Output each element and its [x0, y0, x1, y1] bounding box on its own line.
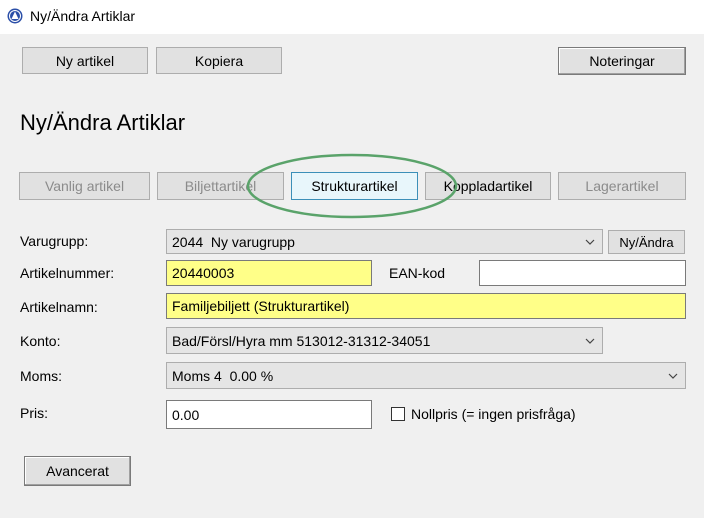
copy-button[interactable]: Kopiera	[156, 47, 282, 74]
moms-label: Moms:	[20, 368, 62, 384]
app-logo-icon	[7, 8, 23, 24]
nollpris-label: Nollpris (= ingen prisfråga)	[411, 406, 576, 422]
new-article-button[interactable]: Ny artikel	[22, 47, 148, 74]
pris-label: Pris:	[20, 405, 48, 421]
varugrupp-value: 2044 Ny varugrupp	[172, 233, 295, 250]
type-button-lager[interactable]: Lagerartikel	[558, 172, 686, 200]
notes-button[interactable]: Noteringar	[558, 47, 686, 75]
moms-select[interactable]: Moms 4 0.00 %	[166, 362, 686, 389]
varugrupp-label: Varugrupp:	[20, 233, 89, 249]
chevron-down-icon	[585, 338, 595, 344]
title-bar: Ny/Ändra Artiklar	[0, 0, 704, 34]
artikelnummer-input[interactable]	[166, 260, 372, 286]
page-title: Ny/Ändra Artiklar	[20, 110, 186, 135]
nollpris-checkbox[interactable]	[391, 407, 405, 421]
artikelnummer-label: Artikelnummer:	[20, 265, 115, 281]
advanced-button[interactable]: Avancerat	[24, 456, 131, 486]
konto-value: Bad/Försl/Hyra mm 513012-31312-34051	[172, 332, 431, 349]
moms-value: Moms 4 0.00 %	[172, 367, 274, 384]
type-button-struktur[interactable]: Strukturartikel	[291, 172, 418, 200]
konto-select[interactable]: Bad/Försl/Hyra mm 513012-31312-34051	[166, 327, 603, 354]
ean-label: EAN-kod	[389, 265, 446, 281]
type-button-kopplad[interactable]: Koppladartikel	[425, 172, 551, 200]
varugrupp-select[interactable]: 2044 Ny varugrupp	[166, 229, 603, 254]
konto-label: Konto:	[20, 333, 61, 349]
type-button-biljett[interactable]: Biljettartikel	[157, 172, 284, 200]
pris-input[interactable]	[166, 400, 372, 429]
artikelnamn-label: Artikelnamn:	[20, 299, 98, 315]
chevron-down-icon	[668, 373, 678, 379]
varugrupp-edit-button[interactable]: Ny/Ändra	[608, 230, 685, 254]
type-button-vanlig[interactable]: Vanlig artikel	[19, 172, 150, 200]
window-title: Ny/Ändra Artiklar	[30, 8, 136, 24]
artikelnamn-input[interactable]	[166, 293, 686, 319]
chevron-down-icon	[585, 239, 595, 245]
ean-input[interactable]	[479, 260, 686, 286]
